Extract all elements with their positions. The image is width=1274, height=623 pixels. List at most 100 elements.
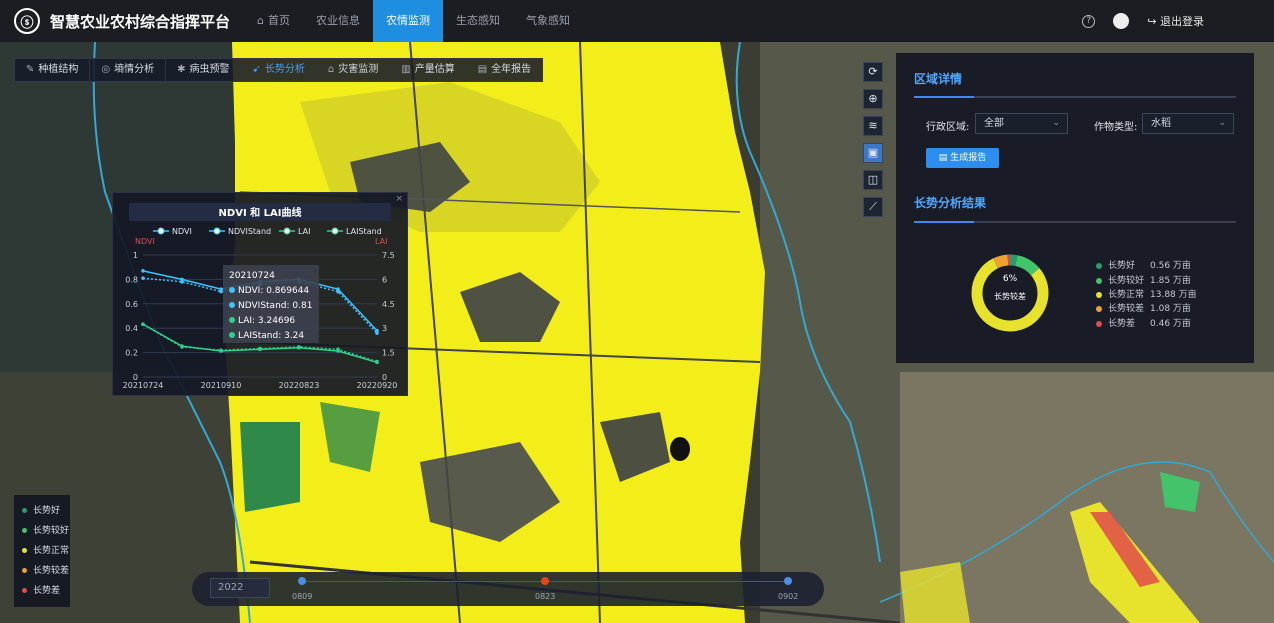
legend-dot: [22, 508, 27, 513]
locate-icon[interactable]: ⊕: [863, 89, 883, 109]
region-label: 行政区域:: [926, 122, 970, 133]
region-detail-title: 区域详情: [914, 72, 963, 86]
y-right-tick: 3: [382, 324, 387, 333]
series-point-ndvi: [141, 269, 145, 273]
app-logo-icon: ⓢ: [14, 8, 40, 34]
x-tick: 20210910: [201, 381, 242, 390]
tooltip-dot: [229, 317, 235, 323]
series-point-ndvistand: [180, 280, 184, 284]
tooltip-lai: LAI: 3.24696: [229, 314, 313, 329]
legend-marker: [331, 227, 339, 235]
series-point-ndvistand: [141, 276, 145, 280]
legend-value: 1.85 万亩: [1150, 276, 1191, 286]
layers-icon[interactable]: ≋: [863, 116, 883, 136]
y-right-tick: 4.5: [382, 300, 395, 309]
document-icon: ▤: [938, 153, 948, 163]
chart-tooltip: 20210724 NDVI: 0.869644 NDVIStand: 0.81 …: [223, 265, 319, 343]
x-tick: 20220823: [279, 381, 320, 390]
series-point-ndvistand: [336, 289, 340, 294]
generate-report-label: 生成报告: [950, 153, 987, 163]
growth-legend-poor: 长势差 0.46 万亩: [1096, 316, 1191, 329]
home-icon: ⌂: [257, 14, 264, 27]
tooltip-date: 20210724: [229, 271, 275, 281]
tab-soil-moisture[interactable]: ◎ 墒情分析: [90, 59, 167, 81]
book-icon[interactable]: ◫: [863, 170, 883, 190]
tab-pest-warning[interactable]: ✱ 病虫预警: [166, 59, 242, 81]
nav-weather[interactable]: 气象感知: [513, 0, 583, 42]
nav-agri-info[interactable]: 农业信息: [303, 0, 373, 42]
image-icon[interactable]: ▣: [863, 143, 883, 163]
tab-growth-analysis[interactable]: ➹ 长势分析: [242, 59, 317, 81]
logout-label: 退出登录: [1160, 15, 1204, 28]
tab-yield-estimate[interactable]: ▥ 产量估算: [390, 59, 467, 81]
timeline-label: 0809: [292, 592, 313, 601]
nav-home[interactable]: ⌂ 首页: [244, 0, 303, 42]
y-left-tick: 0.4: [125, 324, 138, 333]
timeline-point-0902[interactable]: [784, 577, 792, 585]
legend-name: 长势较好: [33, 526, 70, 536]
region-select[interactable]: 全部 ⌄: [975, 113, 1068, 134]
top-bar: ⓢ 智慧农业农村综合指挥平台 ⌂ 首页 农业信息 农情监测 生态感知 气象感知 ?…: [0, 0, 1274, 42]
growth-legend-fairly-poor: 长势较差 1.08 万亩: [1096, 301, 1191, 314]
tooltip-line: NDVIStand: 0.81: [238, 301, 313, 311]
donut-percent: 6%: [1002, 274, 1018, 284]
logout-button[interactable]: ↪ 退出登录: [1147, 13, 1204, 29]
ndvi-lai-chart-popup: × NDVI 和 LAI曲线 NDVI NDVIStand LAI LAIStand …: [112, 192, 408, 396]
legend-name: 长势好: [33, 506, 61, 516]
year-select[interactable]: 2022: [210, 578, 270, 598]
tooltip-line: LAI: 3.24696: [238, 316, 296, 326]
timeline-point-0823[interactable]: [541, 577, 549, 585]
tab-disaster-monitoring[interactable]: ⌂ 灾害监测: [317, 59, 391, 81]
legend-name: 长势较差: [33, 566, 70, 576]
avatar[interactable]: [1113, 13, 1130, 29]
y-left-tick: 0.8: [125, 275, 138, 284]
map-legend-fairly-good: 长势较好: [14, 521, 70, 541]
app-title: 智慧农业农村综合指挥平台: [50, 12, 231, 31]
legend-dot: [22, 568, 27, 573]
legend-marker: [283, 227, 291, 235]
y-right-tick: 7.5: [382, 251, 395, 260]
map-legend-good: 长势好: [14, 501, 70, 521]
y-left-axis-label: NDVI: [135, 237, 155, 246]
legend-value: 0.56 万亩: [1150, 261, 1191, 271]
legend-marker: [157, 227, 165, 235]
help-icon[interactable]: ?: [1082, 14, 1096, 28]
x-tick: 20220920: [357, 381, 398, 390]
crop-type-select[interactable]: 水稻 ⌄: [1142, 113, 1234, 134]
refresh-icon[interactable]: ⟳: [863, 62, 883, 82]
nav-ecology[interactable]: 生态感知: [443, 0, 513, 42]
timeline-point-0809[interactable]: [298, 577, 306, 585]
tab-annual-report[interactable]: ▤ 全年报告: [467, 59, 542, 81]
tooltip-dot: [229, 302, 235, 308]
nav-crop-monitoring[interactable]: 农情监测: [373, 0, 443, 42]
tooltip-line: LAIStand: 3.24: [238, 331, 305, 341]
logout-icon: ↪: [1147, 15, 1157, 28]
generate-report-button[interactable]: ▤ 生成报告: [926, 148, 999, 168]
tab-label: 病虫预警: [189, 64, 230, 75]
title-divider: [914, 96, 1236, 98]
tooltip-ndvistand: NDVIStand: 0.81: [229, 299, 313, 314]
timeline-label: 0902: [778, 592, 799, 601]
analysis-tabs: ✎ 种植结构 ◎ 墒情分析 ✱ 病虫预警 ➹ 长势分析 ⌂ 灾害监测 ▥ 产量估算 ▤ 全年报…: [14, 58, 544, 82]
legend-dot: [1096, 277, 1102, 284]
detail-panel: 区域详情 行政区域: 全部 ⌄ 作物类型: 水稻 ⌄ ▤ 生成报告 长势分析结果 6…: [896, 53, 1254, 363]
ruler-icon[interactable]: ⟋: [863, 197, 883, 217]
legend-dot: [1096, 305, 1102, 312]
moisture-icon: ◎: [101, 64, 111, 75]
map-legend: 长势好 长势较好 长势正常 长势较差 长势差: [14, 495, 70, 607]
legend-name: 长势较差: [1108, 304, 1145, 314]
user-area: ? ↪ 退出登录: [1082, 0, 1204, 42]
close-icon[interactable]: ×: [395, 194, 403, 204]
crop-type-label: 作物类型:: [1094, 122, 1138, 133]
tab-planting-structure[interactable]: ✎ 种植结构: [15, 59, 91, 81]
legend-dot: [22, 528, 27, 533]
series-point-laistand: [336, 347, 340, 352]
series-point-laistand: [219, 348, 223, 352]
legend-name: 长势正常: [1108, 290, 1145, 300]
legend-value: 13.88 万亩: [1150, 290, 1197, 300]
legend-dot: [22, 588, 27, 593]
chevron-down-icon: ⌄: [1218, 118, 1226, 128]
y-right-axis-label: LAI: [375, 237, 387, 246]
legend-label: NDVIStand: [228, 227, 271, 236]
planting-icon: ✎: [26, 64, 35, 75]
